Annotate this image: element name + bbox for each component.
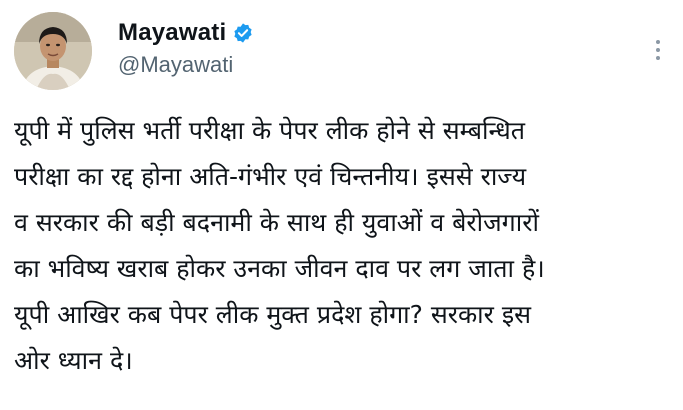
author-names: Mayawati @Mayawati	[118, 18, 254, 78]
more-dot	[656, 48, 660, 52]
more-dot	[656, 56, 660, 60]
tweet-card: Mayawati @Mayawati यूपी में पुलिस भर्ती …	[0, 0, 683, 410]
verified-badge-icon	[232, 22, 254, 44]
more-dot	[656, 40, 660, 44]
more-vertical-icon[interactable]	[646, 30, 670, 70]
tweet-text-line: यूपी आखिर कब पेपर लीक मुक्त प्रदेश होगा?…	[14, 300, 531, 329]
tweet-text-line: परीक्षा का रद्द होना अति-गंभीर एवं चिन्त…	[14, 162, 527, 191]
tweet-text: यूपी में पुलिस भर्ती परीक्षा के पेपर लीक…	[14, 108, 679, 384]
tweet-text-line: का भविष्य खराब होकर उनका जीवन दाव पर लग …	[14, 254, 545, 283]
avatar-image	[14, 12, 92, 90]
author-handle[interactable]: @Mayawati	[118, 52, 254, 78]
tweet-text-line: व सरकार की बड़ी बदनामी के साथ ही युवाओं …	[14, 208, 539, 237]
display-name[interactable]: Mayawati	[118, 19, 226, 47]
avatar[interactable]	[14, 12, 92, 90]
tweet-text-line: ओर ध्यान दे।	[14, 346, 133, 375]
tweet-header: Mayawati @Mayawati	[14, 12, 674, 92]
display-name-row: Mayawati	[118, 18, 254, 48]
tweet-text-line: यूपी में पुलिस भर्ती परीक्षा के पेपर लीक…	[14, 116, 526, 145]
